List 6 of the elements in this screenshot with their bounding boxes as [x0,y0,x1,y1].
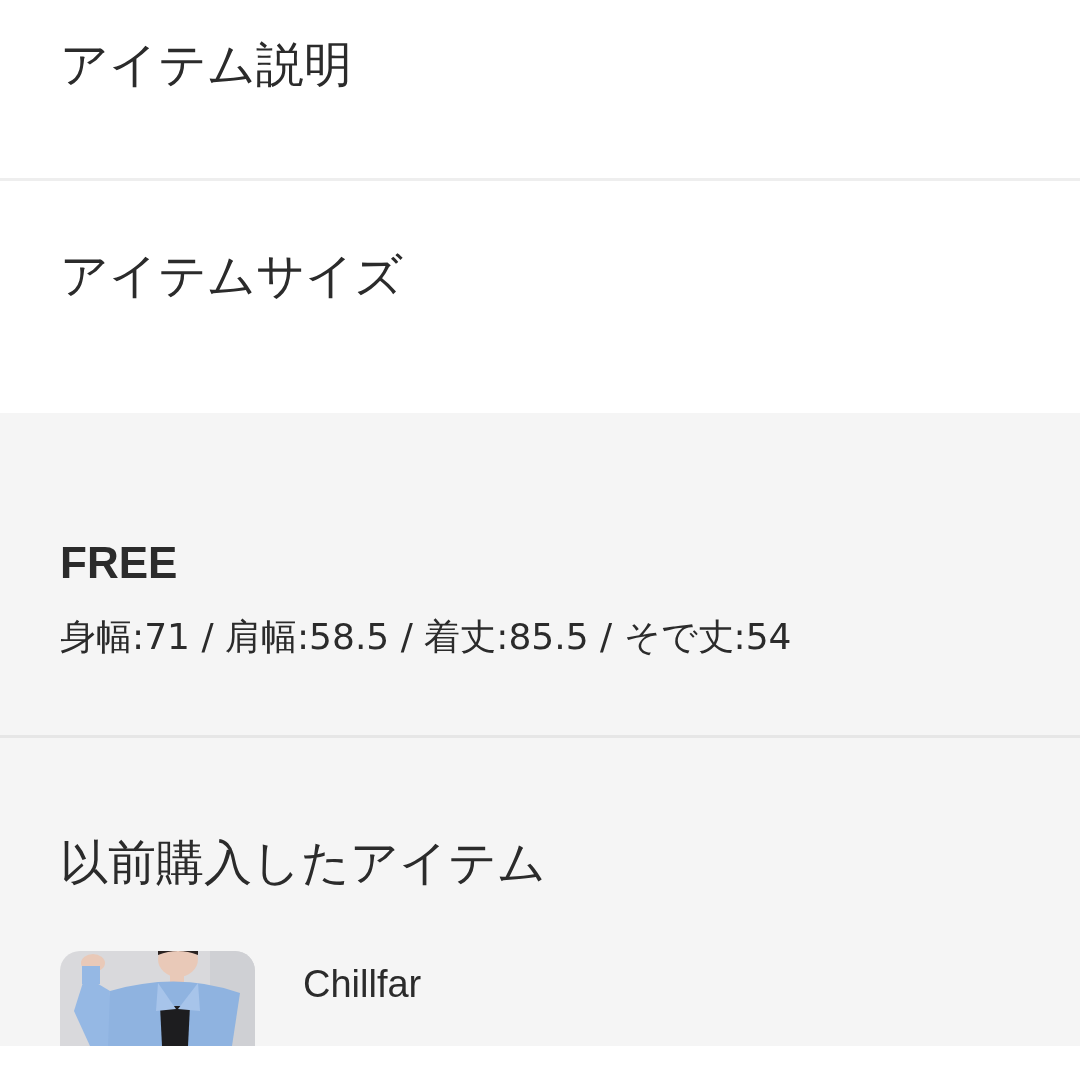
section-heading: 以前購入したアイテム [60,838,547,886]
section-heading[interactable]: アイテム説明 [60,40,1020,88]
brand-name: Chillfar [303,963,422,1007]
section-heading[interactable]: アイテムサイズ [60,251,1020,299]
size-measurements: 身幅:71 / 肩幅:58.5 / 着丈:85.5 / そで丈:54 [60,619,793,655]
size-label: FREE [60,541,179,585]
